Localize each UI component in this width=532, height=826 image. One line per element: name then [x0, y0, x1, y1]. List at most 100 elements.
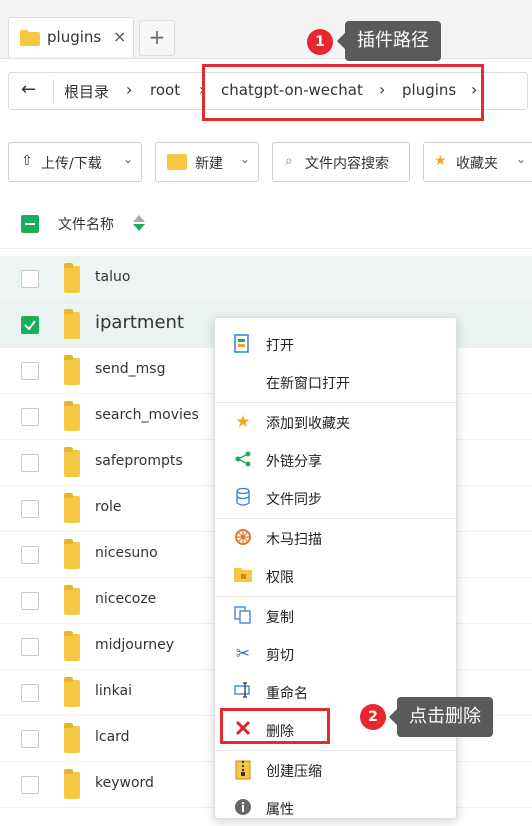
menu-label: 在新窗口打开 — [266, 376, 350, 392]
row-checkbox[interactable] — [21, 454, 39, 472]
row-checkbox[interactable] — [21, 316, 39, 334]
new-tab-button[interactable]: + — [139, 20, 175, 56]
folder-icon — [64, 723, 80, 753]
menu-item-open[interactable]: 打开 — [215, 326, 456, 362]
row-checkbox[interactable] — [21, 500, 39, 518]
file-name[interactable]: linkai — [95, 683, 132, 699]
menu-item-add-favorite[interactable]: ★ 添加到收藏夹 — [215, 404, 456, 440]
menu-label: 属性 — [266, 802, 294, 818]
upload-label: 上传/下载 — [41, 156, 102, 172]
upload-icon: ⇧ — [21, 153, 33, 169]
file-name[interactable]: search_movies — [95, 407, 199, 423]
file-name[interactable]: safeprompts — [95, 453, 183, 469]
breadcrumb-root[interactable]: root — [150, 81, 180, 99]
folder-icon — [64, 539, 80, 569]
favorites-button[interactable]: ★ 收藏夹 ⌄ — [423, 142, 532, 182]
menu-item-create-archive[interactable]: 创建压缩 — [215, 752, 456, 788]
favorites-label: 收藏夹 — [456, 156, 498, 172]
new-folder-icon — [167, 154, 187, 170]
file-name[interactable]: role — [95, 499, 122, 515]
new-button[interactable]: 新建 ⌄ — [155, 142, 259, 182]
row-checkbox[interactable] — [21, 684, 39, 702]
file-name[interactable]: send_msg — [95, 361, 166, 377]
menu-label: 木马扫描 — [266, 532, 322, 548]
step-2-tooltip: 点击删除 — [389, 697, 493, 737]
database-icon — [233, 487, 253, 508]
file-name[interactable]: nicecoze — [95, 591, 156, 607]
menu-item-open-new-window[interactable]: 在新窗口打开 — [215, 364, 456, 400]
sort-asc-icon[interactable] — [133, 215, 145, 222]
menu-divider — [215, 518, 456, 519]
file-name[interactable]: lcard — [95, 729, 130, 745]
folder-icon — [20, 30, 40, 50]
row-checkbox[interactable] — [21, 776, 39, 794]
menu-item-trojan-scan[interactable]: 木马扫描 — [215, 520, 456, 556]
file-list-header: 文件名称 — [0, 200, 532, 249]
row-checkbox[interactable] — [21, 408, 39, 426]
file-content-search-button[interactable]: ⌕ 文件内容搜索 — [272, 142, 410, 182]
folder-icon — [64, 309, 80, 339]
share-icon — [233, 450, 253, 470]
wheel-icon — [233, 528, 253, 548]
delete-highlight-box — [220, 708, 330, 744]
row-checkbox[interactable] — [21, 362, 39, 380]
file-name[interactable]: taluo — [95, 269, 130, 285]
chevron-down-icon: ⌄ — [240, 152, 251, 166]
archive-icon — [233, 760, 253, 780]
row-checkbox[interactable] — [21, 546, 39, 564]
file-name[interactable]: nicesuno — [95, 545, 158, 561]
menu-label: 复制 — [266, 610, 294, 626]
menu-label: 剪切 — [266, 648, 294, 664]
row-checkbox[interactable] — [21, 730, 39, 748]
menu-item-cut[interactable]: ✂ 剪切 — [215, 636, 456, 672]
tab-bar: plugins × + — [0, 0, 532, 59]
file-name[interactable]: midjourney — [95, 637, 174, 653]
scissors-icon: ✂ — [235, 644, 251, 664]
menu-divider — [215, 402, 456, 403]
file-name[interactable]: keyword — [95, 775, 154, 791]
star-icon: ★ — [235, 412, 251, 432]
menu-divider — [215, 596, 456, 597]
tab-plugins[interactable]: plugins × — [8, 17, 134, 57]
chevron-right-icon: › — [126, 80, 133, 99]
tab-label: plugins — [47, 28, 102, 46]
menu-label: 权限 — [266, 570, 294, 586]
menu-label: 文件同步 — [266, 492, 322, 508]
menu-divider — [215, 750, 456, 751]
breadcrumb-root-dir[interactable]: 根目录 — [64, 81, 109, 102]
file-name[interactable]: ipartment — [95, 312, 184, 333]
menu-item-copy[interactable]: 复制 — [215, 598, 456, 634]
menu-item-properties[interactable]: 属性 — [215, 790, 456, 826]
info-icon — [233, 798, 253, 818]
select-all-checkbox[interactable] — [21, 215, 39, 233]
search-icon: ⌕ — [285, 153, 293, 169]
menu-label: 创建压缩 — [266, 764, 322, 780]
menu-item-permissions[interactable]: 权限 — [215, 558, 456, 594]
new-label: 新建 — [195, 156, 223, 172]
sort-desc-icon[interactable] — [133, 224, 145, 231]
menu-label: 添加到收藏夹 — [266, 416, 350, 432]
folder-icon — [64, 447, 80, 477]
back-arrow-icon[interactable]: ← — [21, 79, 36, 100]
menu-label: 外链分享 — [266, 454, 322, 470]
menu-item-file-sync[interactable]: 文件同步 — [215, 480, 456, 516]
row-checkbox[interactable] — [21, 638, 39, 656]
open-icon — [233, 334, 253, 354]
folder-icon — [64, 401, 80, 431]
folder-icon — [64, 631, 80, 661]
lock-folder-icon — [233, 566, 253, 586]
row-checkbox[interactable] — [21, 592, 39, 610]
menu-label: 打开 — [266, 338, 294, 354]
search-label: 文件内容搜索 — [305, 156, 389, 172]
row-checkbox[interactable] — [21, 270, 39, 288]
list-item[interactable]: taluo — [0, 256, 532, 302]
column-header-name[interactable]: 文件名称 — [58, 214, 114, 234]
chevron-down-icon: ⌄ — [516, 152, 527, 166]
rename-icon — [233, 682, 253, 702]
folder-icon — [64, 493, 80, 523]
upload-download-button[interactable]: ⇧ 上传/下载 ⌄ — [8, 142, 142, 182]
close-icon[interactable]: × — [113, 27, 126, 46]
folder-icon — [64, 585, 80, 615]
menu-item-share-link[interactable]: 外链分享 — [215, 442, 456, 478]
star-icon: ★ — [434, 153, 447, 169]
